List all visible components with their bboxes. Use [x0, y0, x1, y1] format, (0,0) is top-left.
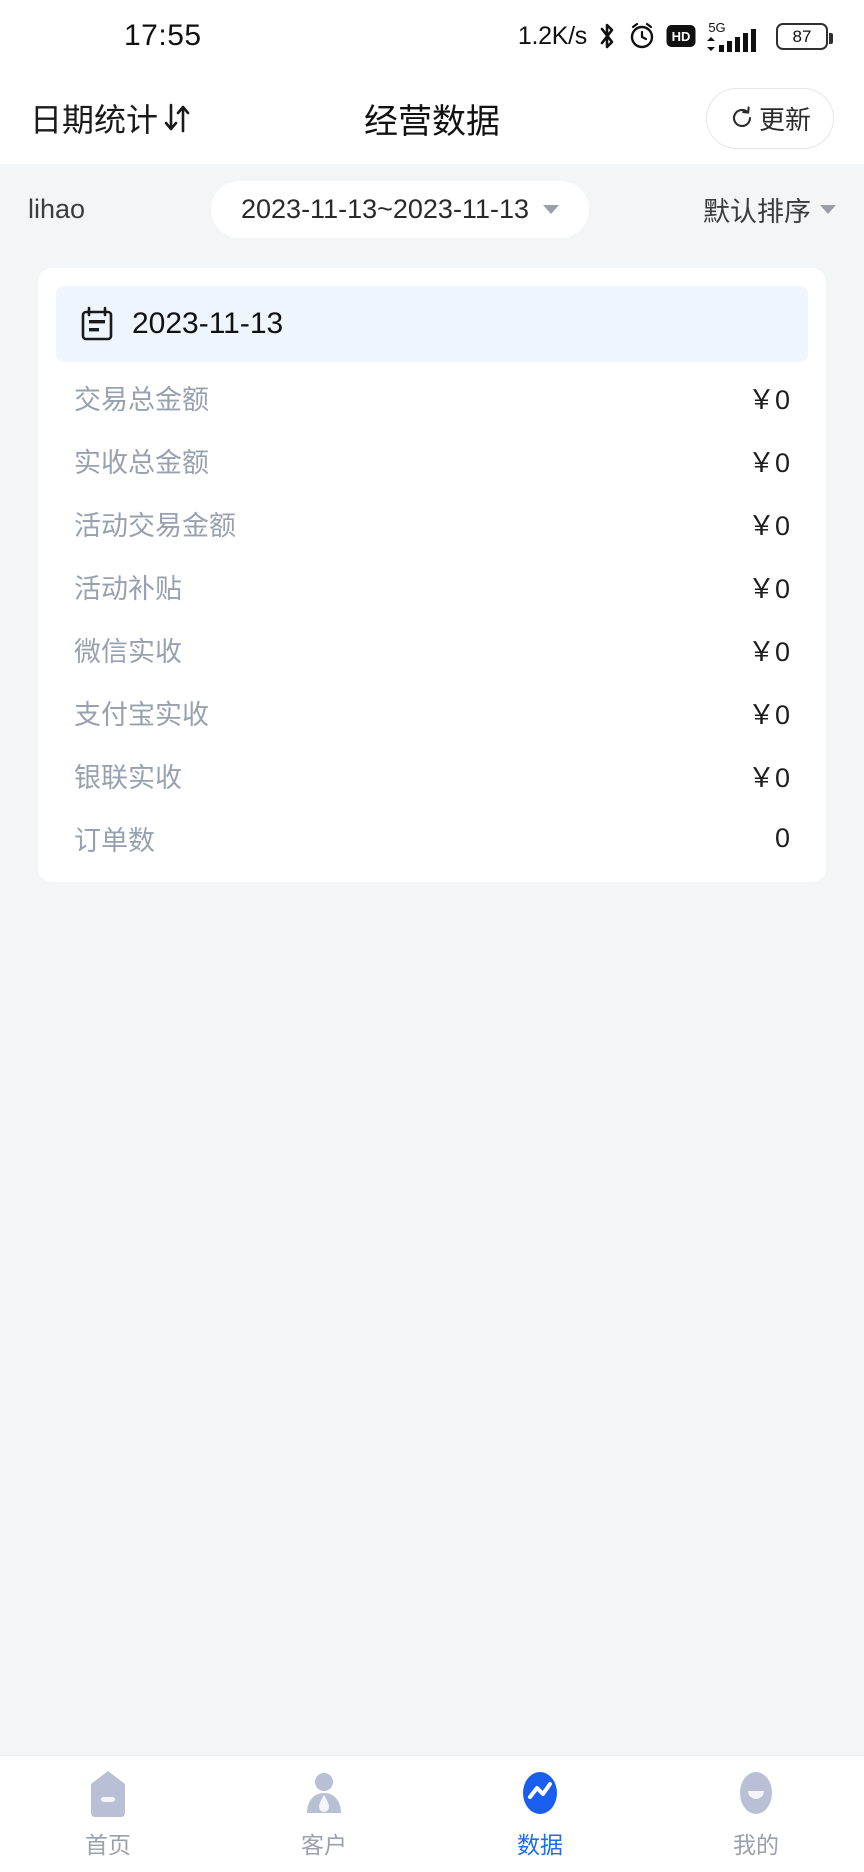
stat-row-label: 银联实收 — [74, 763, 182, 793]
stat-row: 实收总金额 ￥0 — [74, 429, 790, 492]
stat-row-label: 活动补贴 — [74, 574, 182, 604]
bluetooth-icon — [596, 21, 618, 51]
stats-card-header: 2023-11-13 — [56, 286, 808, 362]
svg-text:HD: HD — [672, 29, 691, 44]
network-speed-text: 1.2K/s — [517, 21, 587, 50]
nav-label-data: 数据 — [517, 1831, 563, 1858]
date-stats-button[interactable]: 日期统计 — [30, 95, 192, 141]
stats-rows: 交易总金额 ￥0 实收总金额 ￥0 活动交易金额 ￥0 活动补贴 ￥0 微信实收 ￥0 支付宝实收 ￥… — [56, 362, 808, 870]
date-range-picker[interactable]: 2023-11-13~2023-11-13 — [211, 180, 589, 238]
stat-row: 银联实收 ￥0 — [74, 744, 790, 807]
nav-label-home: 首页 — [85, 1831, 131, 1858]
chart-icon — [517, 1769, 563, 1819]
customer-icon — [301, 1769, 347, 1819]
refresh-label: 更新 — [758, 104, 811, 135]
stat-row-value: ￥0 — [747, 385, 790, 415]
stat-row-value: ￥0 — [747, 574, 790, 604]
nav-item-mine[interactable]: 我的 — [648, 1769, 864, 1860]
stat-row-value: ￥0 — [747, 448, 790, 478]
alarm-icon — [627, 21, 657, 51]
stats-card-date: 2023-11-13 — [132, 307, 284, 340]
stat-row-value: ￥0 — [747, 511, 790, 541]
svg-text:5G: 5G — [708, 20, 725, 35]
calendar-icon — [80, 306, 114, 342]
home-icon — [85, 1769, 131, 1819]
stat-row-label: 订单数 — [74, 826, 155, 856]
signal-5g-icon: 5G — [705, 19, 767, 53]
profile-icon — [733, 1769, 779, 1819]
chevron-down-icon — [542, 204, 559, 214]
hd-icon: HD — [666, 24, 696, 48]
stat-row-label: 实收总金额 — [74, 448, 209, 478]
nav-item-data[interactable]: 数据 — [432, 1769, 648, 1860]
stat-row: 活动交易金额 ￥0 — [74, 492, 790, 555]
stat-row: 微信实收 ￥0 — [74, 618, 790, 681]
merchant-name: lihao — [28, 193, 86, 224]
stat-row: 交易总金额 ￥0 — [74, 366, 790, 429]
stat-row-value: ￥0 — [747, 763, 790, 793]
battery-icon: 87 — [776, 22, 833, 50]
stat-row: 订单数 0 — [74, 807, 790, 870]
app-screen: 17:55 1.2K/s HD 5G 87 日期统计 经营数据 更新 lihao… — [0, 0, 864, 1872]
status-bar: 17:55 1.2K/s HD 5G 87 — [0, 0, 864, 72]
battery-percent: 87 — [792, 26, 812, 46]
stat-row-value: 0 — [774, 823, 790, 853]
stat-row: 活动补贴 ￥0 — [74, 555, 790, 618]
sort-updown-icon — [162, 101, 192, 135]
stat-row-value: ￥0 — [747, 700, 790, 730]
stat-row-label: 支付宝实收 — [74, 700, 209, 730]
page-header: 日期统计 经营数据 更新 — [0, 72, 864, 164]
main-content: 2023-11-13 交易总金额 ￥0 实收总金额 ￥0 活动交易金额 ￥0 活动补贴 ￥0 微… — [0, 254, 864, 1755]
refresh-icon — [729, 105, 755, 131]
date-range-value: 2023-11-13~2023-11-13 — [241, 193, 529, 224]
sort-dropdown[interactable]: 默认排序 — [703, 190, 836, 229]
stat-row: 支付宝实收 ￥0 — [74, 681, 790, 744]
stat-row-label: 活动交易金额 — [74, 511, 236, 541]
stat-row-label: 交易总金额 — [74, 385, 209, 415]
bottom-navigation: 首页 客户 数据 我的 — [0, 1755, 864, 1872]
date-stats-label: 日期统计 — [30, 102, 159, 138]
stat-row-label: 微信实收 — [74, 637, 182, 667]
status-time: 17:55 — [124, 19, 202, 52]
sort-label: 默认排序 — [702, 196, 811, 227]
nav-label-mine: 我的 — [733, 1831, 779, 1858]
nav-item-home[interactable]: 首页 — [0, 1769, 216, 1860]
nav-label-customer: 客户 — [301, 1831, 347, 1858]
nav-item-customer[interactable]: 客户 — [216, 1769, 432, 1860]
refresh-button[interactable]: 更新 — [705, 87, 834, 149]
chevron-down-icon — [819, 204, 836, 214]
status-icons: 1.2K/s HD 5G 87 — [517, 19, 833, 53]
stats-card: 2023-11-13 交易总金额 ￥0 实收总金额 ￥0 活动交易金额 ￥0 活动补贴 ￥0 微… — [38, 268, 826, 882]
filter-bar: lihao 2023-11-13~2023-11-13 默认排序 — [0, 164, 864, 254]
stat-row-value: ￥0 — [747, 637, 790, 667]
